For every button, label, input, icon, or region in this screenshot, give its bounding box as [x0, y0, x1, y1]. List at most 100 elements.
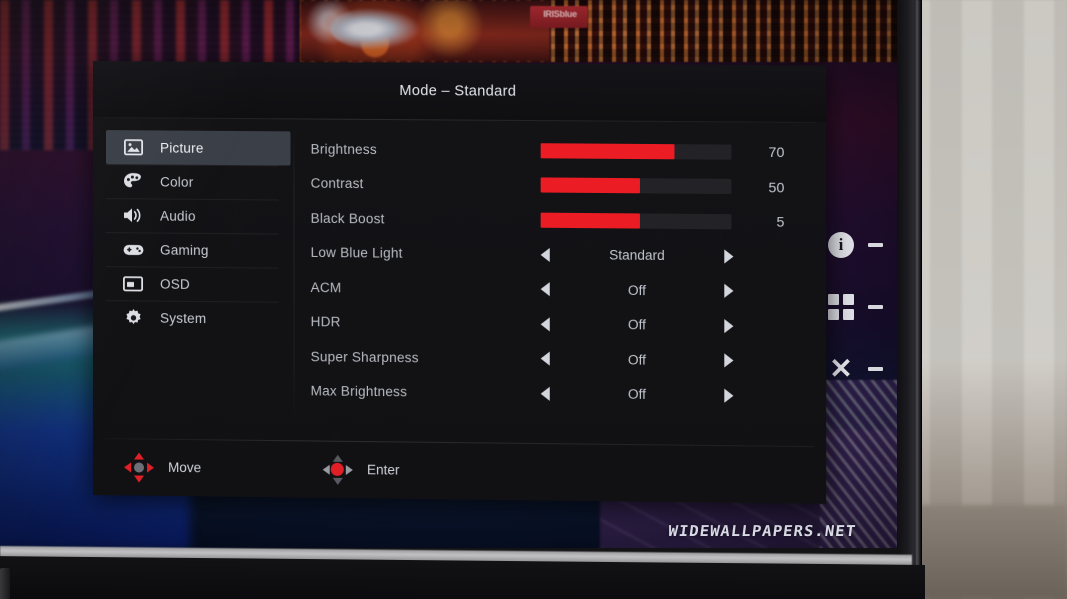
setting-label: Brightness	[310, 141, 377, 157]
close-icon-glyph: ✕	[829, 353, 853, 384]
setting-row-brightness[interactable]: Brightness 70	[311, 132, 827, 170]
arrow-left-icon[interactable]	[540, 386, 550, 401]
palette-icon	[122, 171, 144, 191]
setting-value: Off	[627, 352, 646, 368]
setting-row-black-boost[interactable]: Black Boost 5	[311, 201, 827, 240]
arrow-left-icon[interactable]	[540, 282, 550, 297]
sidebar-item-label: Color	[160, 174, 194, 190]
arrow-right-icon[interactable]	[724, 283, 734, 299]
value-spacer	[733, 396, 790, 397]
gamepad-icon	[122, 239, 144, 259]
setting-value: Off	[627, 386, 646, 403]
grid-cell	[828, 294, 839, 305]
footer-hint-enter[interactable]: Enter	[322, 453, 400, 486]
dpad-up-arrow	[134, 451, 145, 460]
arrow-right-icon[interactable]	[724, 318, 734, 333]
arrow-right-icon[interactable]	[724, 388, 734, 403]
arrow-left-icon[interactable]	[540, 351, 550, 366]
slider-fill	[540, 142, 675, 160]
dpad-move-icon	[123, 451, 155, 483]
info-icon[interactable]: i	[826, 230, 856, 260]
osd-title: Mode – Standard	[93, 61, 827, 123]
osd-vertical-divider	[293, 127, 295, 429]
wallpaper-watermark: WIDEWALLPAPERS.NET	[667, 522, 858, 540]
screenshot-stage: IRISblue WIDEWALLPAPERS.NET i	[0, 0, 1067, 599]
footer-label-move: Move	[168, 459, 202, 476]
arrow-right-icon[interactable]	[724, 249, 734, 264]
black-boost-slider[interactable]	[540, 212, 734, 230]
setting-label: ACM	[310, 279, 342, 296]
setting-label: Low Blue Light	[310, 245, 403, 261]
setting-value: Standard	[609, 247, 665, 264]
setting-label: Contrast	[310, 175, 364, 192]
sidebar-item-label: OSD	[160, 276, 190, 292]
close-icon[interactable]: ✕	[826, 354, 856, 384]
sidebar-item-label: System	[160, 310, 207, 326]
monitor-screen: IRISblue WIDEWALLPAPERS.NET i	[0, 0, 898, 548]
info-icon-glyph: i	[828, 232, 854, 258]
setting-value: Off	[627, 282, 646, 298]
slider-track[interactable]	[540, 142, 732, 160]
contrast-slider[interactable]	[540, 177, 734, 195]
max-brightness-selector[interactable]: Off	[540, 386, 734, 403]
setting-label: Super Sharpness	[310, 348, 419, 366]
overlay-row-info[interactable]: i	[826, 228, 898, 262]
grid-cell	[843, 309, 854, 320]
setting-label: HDR	[310, 314, 341, 330]
grid-icon[interactable]	[826, 292, 856, 322]
grid-cell	[828, 309, 839, 320]
overlay-row-grid[interactable]	[826, 290, 898, 324]
osd-footer-items: Move Enter	[93, 438, 826, 504]
slider-fill	[540, 212, 640, 229]
setting-label: Black Boost	[310, 210, 385, 227]
value-spacer	[733, 361, 790, 362]
dpad-right-arrow	[345, 464, 353, 475]
arrow-left-icon[interactable]	[540, 247, 550, 262]
arrow-left-icon[interactable]	[540, 317, 550, 332]
dpad-right-arrow	[147, 462, 155, 473]
dpad-center	[330, 462, 344, 476]
osd-footer: Move Enter	[93, 438, 826, 504]
dpad-left-arrow	[124, 461, 132, 472]
gear-icon	[122, 307, 144, 327]
footer-hint-move[interactable]: Move	[123, 451, 201, 484]
info-dash-icon	[868, 243, 883, 247]
sidebar-item-label: Gaming	[160, 242, 209, 258]
room-floor	[900, 505, 1067, 599]
sidebar-item-gaming[interactable]: Gaming	[106, 232, 290, 268]
osd-panel: Mode – Standard Picture Color Audio Gami…	[93, 61, 827, 504]
value-spacer	[733, 326, 790, 327]
grid-dash-icon	[868, 305, 883, 309]
setting-row-acm[interactable]: ACM Off	[311, 270, 827, 309]
dpad-up-arrow	[332, 454, 343, 462]
sidebar-item-label: Audio	[160, 208, 196, 224]
setting-row-hdr[interactable]: HDR Off	[311, 305, 827, 345]
monitor-right-bezel-highlight	[916, 0, 921, 566]
hdr-selector[interactable]: Off	[540, 317, 734, 334]
setting-value: 70	[768, 144, 785, 161]
brightness-slider[interactable]	[540, 142, 734, 160]
osd-body: Picture Color Audio Gaming OSD System Br…	[93, 118, 826, 445]
sidebar-item-picture[interactable]: Picture	[105, 130, 291, 166]
footer-label-enter: Enter	[366, 462, 400, 478]
super-sharpness-selector[interactable]: Off	[540, 351, 734, 368]
image-icon	[122, 137, 144, 157]
slider-track[interactable]	[540, 212, 732, 230]
overlay-row-close[interactable]: ✕	[826, 352, 898, 386]
arrow-right-icon[interactable]	[724, 353, 734, 368]
dpad-down-arrow	[134, 474, 145, 483]
setting-row-max-brightness[interactable]: Max Brightness Off	[311, 374, 827, 414]
low-blue-light-selector[interactable]: Standard	[540, 247, 734, 264]
setting-row-contrast[interactable]: Contrast 50	[311, 166, 827, 205]
setting-label: Max Brightness	[310, 383, 408, 400]
sidebar-item-color[interactable]: Color	[106, 164, 290, 199]
osd-sidebar: Picture Color Audio Gaming OSD System	[93, 118, 291, 439]
acm-selector[interactable]: Off	[540, 282, 734, 299]
sidebar-item-osd[interactable]: OSD	[106, 266, 290, 302]
setting-value: 50	[768, 178, 785, 196]
sidebar-item-audio[interactable]: Audio	[106, 198, 290, 234]
setting-row-super-sharpness[interactable]: Super Sharpness Off	[311, 339, 827, 379]
setting-row-low-blue-light[interactable]: Low Blue Light Standard	[311, 235, 827, 274]
slider-track[interactable]	[540, 177, 732, 195]
sidebar-item-system[interactable]: System	[106, 300, 290, 336]
